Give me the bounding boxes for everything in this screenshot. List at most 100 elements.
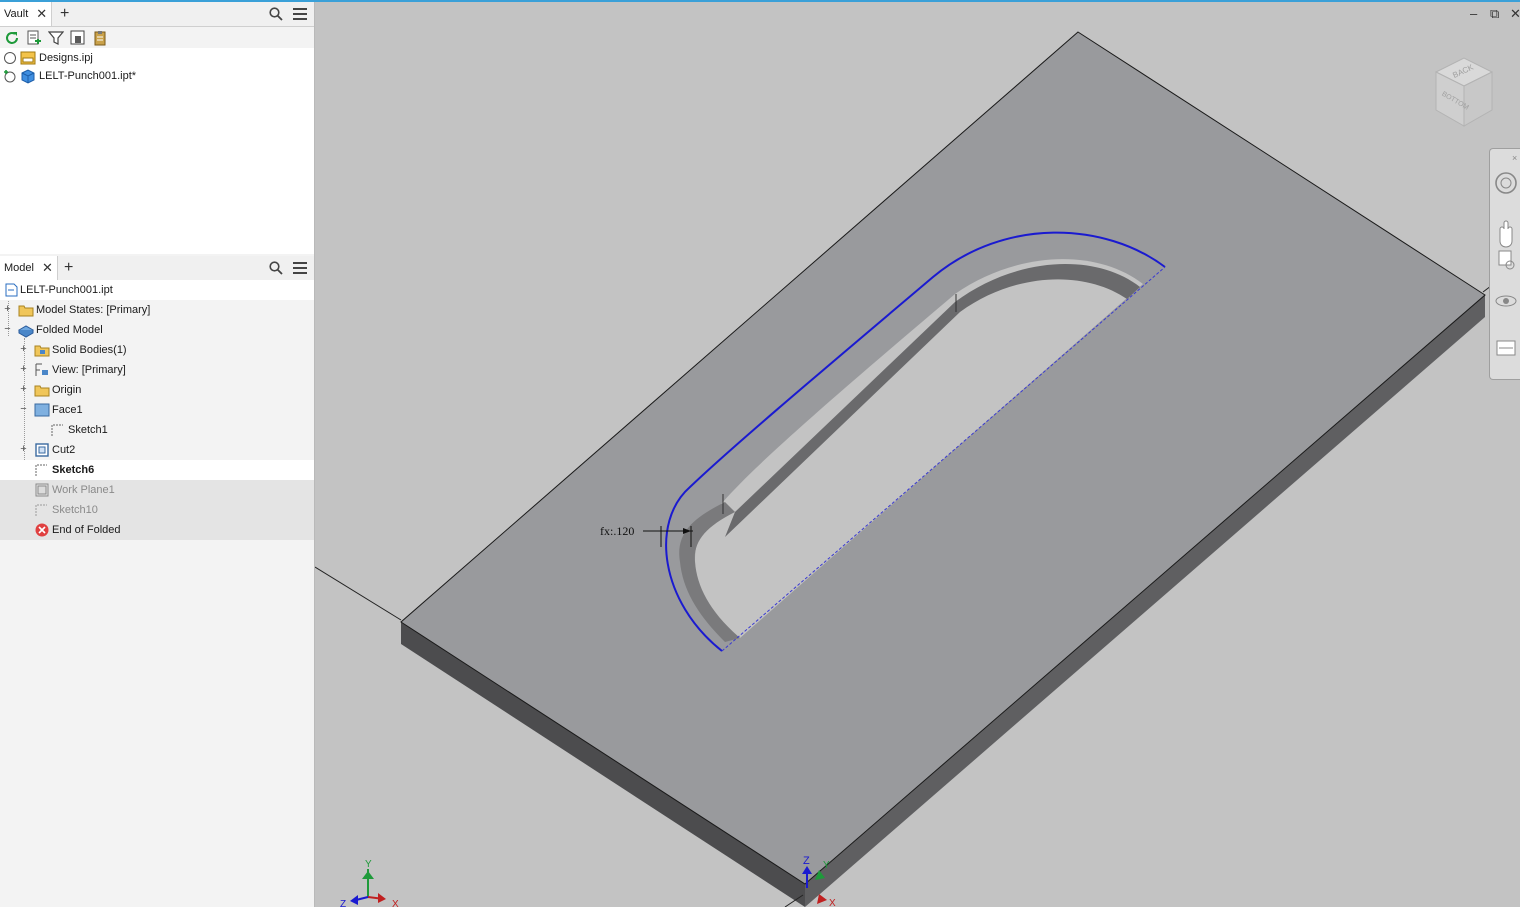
end-of-part-icon xyxy=(35,523,49,537)
work-plane-icon xyxy=(35,483,49,497)
orbit-icon[interactable] xyxy=(1495,295,1517,307)
look-at-icon[interactable] xyxy=(1496,340,1516,356)
add-tab-icon[interactable]: + xyxy=(60,2,69,26)
view-icon xyxy=(35,363,48,376)
sketch-icon xyxy=(51,424,63,436)
list-item[interactable]: LELT-Punch001.ipt* xyxy=(3,67,136,85)
steering-wheel-icon[interactable] xyxy=(1495,172,1517,194)
search-icon[interactable] xyxy=(269,261,283,275)
file-name: LELT-Punch001.ipt* xyxy=(39,70,137,82)
status-circle-icon xyxy=(4,52,16,64)
tree-label: Cut2 xyxy=(52,444,76,456)
triad-axis-x: X xyxy=(392,899,399,907)
viewcube[interactable]: BACK BOTTOM xyxy=(1428,50,1500,134)
expand-icon[interactable]: + xyxy=(19,364,28,375)
list-item[interactable]: Designs.ipj xyxy=(3,49,93,67)
origin-axis-y: Y xyxy=(823,860,830,871)
search-icon[interactable] xyxy=(269,7,283,21)
status-add-icon xyxy=(4,70,16,83)
origin-axis-x: X xyxy=(829,898,836,907)
menu-icon[interactable] xyxy=(293,8,307,20)
pan-hand-icon[interactable] xyxy=(1499,220,1513,248)
tree-label: View: [Primary] xyxy=(52,364,126,376)
triad-axis-y: Y xyxy=(365,859,372,870)
origin-axis-z: Z xyxy=(803,855,810,867)
graphics-viewport[interactable]: fx:.120 – ⧉ ✕ BACK BOTTOM × Y X Z Z Y X xyxy=(315,2,1520,907)
close-icon[interactable]: ✕ xyxy=(1510,6,1520,22)
model-panel-header: Model ✕ + xyxy=(0,256,314,281)
model-tab-label: Model xyxy=(4,262,34,274)
model-tree: LELT-Punch001.ipt + Model States: [Prima… xyxy=(0,280,314,907)
tree-node-end-of-folded[interactable]: End of Folded xyxy=(0,520,314,540)
refresh-icon[interactable] xyxy=(3,29,21,47)
folder-icon xyxy=(18,305,34,317)
tree-label: Sketch10 xyxy=(52,504,98,516)
tree-node-origin[interactable]: + Origin xyxy=(0,380,314,400)
close-icon[interactable]: ✕ xyxy=(42,256,53,280)
file-name: Designs.ipj xyxy=(39,52,93,64)
triad-axis-z: Z xyxy=(340,899,346,907)
tree-label: Sketch1 xyxy=(68,424,108,436)
browser-pane: Vault ✕ + Designs.ipj LELT-Punch001.ipt*… xyxy=(0,2,315,907)
face-icon xyxy=(34,403,50,417)
tree-node-solid-bodies[interactable]: + Solid Bodies(1) xyxy=(0,340,314,360)
sheet-metal-icon xyxy=(18,325,34,338)
origin-indicator: Z Y X xyxy=(802,855,836,907)
checkin-icon[interactable] xyxy=(25,29,43,47)
tree-label: Sketch6 xyxy=(52,464,95,476)
svg-text:×: × xyxy=(1512,153,1517,163)
vault-toolbar xyxy=(0,28,317,48)
open-file-icon[interactable] xyxy=(69,29,87,47)
cut-icon xyxy=(35,443,49,457)
tree-node-sketch6[interactable]: Sketch6 xyxy=(0,460,314,480)
axis-line xyxy=(315,566,402,621)
tree-node-model-states[interactable]: + Model States: [Primary] xyxy=(0,300,314,320)
close-icon[interactable]: ✕ xyxy=(36,2,47,26)
tree-label: Folded Model xyxy=(36,324,103,336)
expand-icon[interactable]: + xyxy=(19,444,28,455)
minimize-icon[interactable]: – xyxy=(1470,6,1477,21)
menu-icon[interactable] xyxy=(293,262,307,274)
expand-icon[interactable]: + xyxy=(19,344,28,355)
sketch-icon xyxy=(35,464,47,476)
tree-node-face1[interactable]: − Face1 xyxy=(0,400,314,420)
tree-node-sketch1[interactable]: Sketch1 xyxy=(0,420,314,440)
model-tab[interactable]: Model ✕ xyxy=(0,256,58,280)
zoom-icon[interactable] xyxy=(1498,250,1515,270)
folder-icon xyxy=(34,345,50,357)
tree-label: End of Folded xyxy=(52,524,121,536)
dimension-label[interactable]: fx:.120 xyxy=(600,524,634,539)
vault-tab-label: Vault xyxy=(4,8,29,20)
add-tab-icon[interactable]: + xyxy=(64,256,73,280)
tree-node-cut2[interactable]: + Cut2 xyxy=(0,440,314,460)
coordinate-triad: Y X Z xyxy=(340,859,399,907)
vault-file-list: Designs.ipj LELT-Punch001.ipt* xyxy=(0,48,314,254)
tree-label: Origin xyxy=(52,384,82,396)
vault-panel-header: Vault ✕ + xyxy=(0,2,314,27)
tree-label: LELT-Punch001.ipt xyxy=(20,284,113,296)
sketch-icon xyxy=(35,504,47,516)
part-file-icon xyxy=(21,69,35,84)
tree-node-folded-model[interactable]: − Folded Model xyxy=(0,320,314,340)
vault-tab[interactable]: Vault ✕ xyxy=(0,2,53,26)
tree-label: Model States: [Primary] xyxy=(36,304,151,316)
tree-node-sketch10[interactable]: Sketch10 xyxy=(0,500,314,520)
collapse-icon[interactable]: − xyxy=(19,404,28,415)
tree-node-work-plane1[interactable]: Work Plane1 xyxy=(0,480,314,500)
navigation-bar: × xyxy=(1489,148,1520,380)
expand-icon[interactable]: + xyxy=(19,384,28,395)
tree-node-view[interactable]: + View: [Primary] xyxy=(0,360,314,380)
filter-icon[interactable] xyxy=(47,29,65,47)
part-icon xyxy=(5,283,18,297)
tree-node-part[interactable]: LELT-Punch001.ipt xyxy=(0,280,314,300)
tree-label: Work Plane1 xyxy=(52,484,115,496)
tree-label: Face1 xyxy=(52,404,83,416)
project-file-icon xyxy=(20,51,36,65)
expand-icon[interactable]: + xyxy=(3,304,12,315)
tree-label: Solid Bodies(1) xyxy=(52,344,127,356)
folder-icon xyxy=(34,385,50,397)
model-scene xyxy=(315,31,1520,907)
clipboard-icon[interactable] xyxy=(91,29,109,47)
restore-icon[interactable]: ⧉ xyxy=(1490,6,1499,22)
collapse-icon[interactable]: − xyxy=(3,324,12,335)
